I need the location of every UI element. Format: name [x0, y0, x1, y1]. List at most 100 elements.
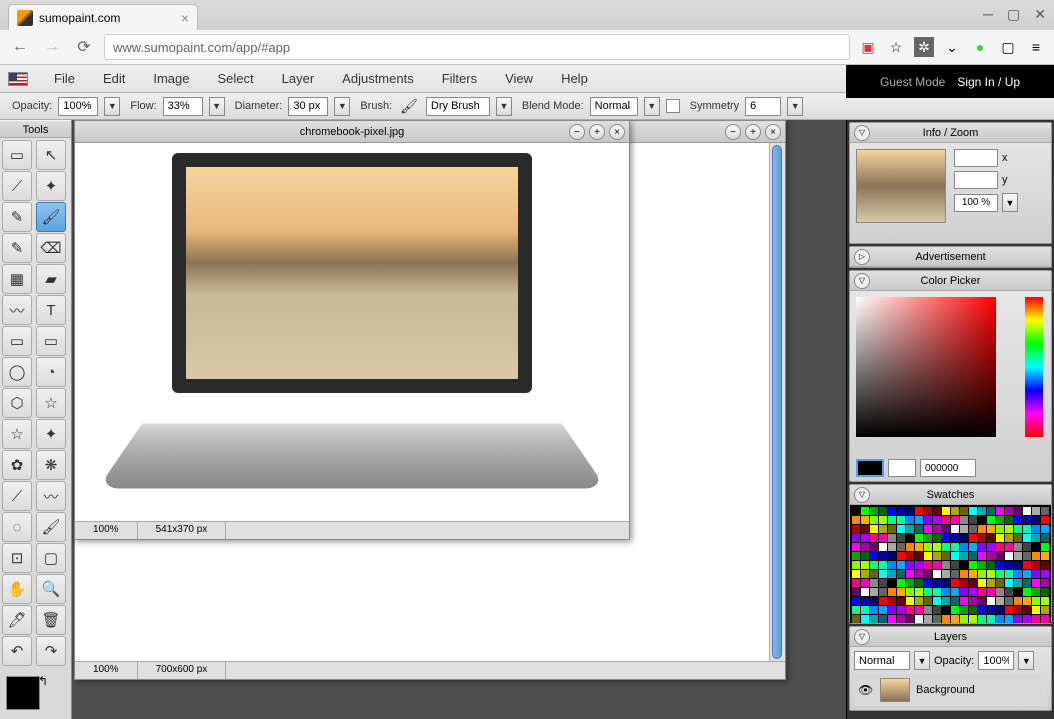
tool-rounded-rect[interactable]: ▭: [36, 326, 66, 356]
address-bar[interactable]: [104, 34, 850, 60]
tool-pencil[interactable]: ✎: [2, 233, 32, 263]
tab-close-icon[interactable]: ×: [181, 10, 189, 26]
swatch[interactable]: [870, 597, 878, 605]
ext1-icon[interactable]: ✲: [914, 37, 934, 57]
collapse-icon[interactable]: ▽: [854, 273, 870, 289]
swatch[interactable]: [888, 588, 896, 596]
foreground-color-swatch[interactable]: [6, 676, 40, 710]
swatch[interactable]: [1023, 543, 1031, 551]
swatch[interactable]: [1032, 507, 1040, 515]
swatch[interactable]: [888, 516, 896, 524]
swatch[interactable]: [1023, 579, 1031, 587]
swatch[interactable]: [1023, 588, 1031, 596]
swatch[interactable]: [888, 606, 896, 614]
swatch[interactable]: [933, 561, 941, 569]
swatch[interactable]: [1005, 543, 1013, 551]
ext2-icon[interactable]: ●: [970, 37, 990, 57]
swatch[interactable]: [924, 561, 932, 569]
symmetry-checkbox[interactable]: [666, 99, 680, 113]
tool-eyedropper[interactable]: ✎: [2, 202, 32, 232]
swatch[interactable]: [879, 579, 887, 587]
swatch[interactable]: [861, 597, 869, 605]
swatch[interactable]: [942, 597, 950, 605]
swatch[interactable]: [906, 534, 914, 542]
swatch[interactable]: [960, 516, 968, 524]
swatch[interactable]: [960, 561, 968, 569]
swatch[interactable]: [996, 507, 1004, 515]
swatch[interactable]: [951, 615, 959, 623]
menu-icon[interactable]: ≡: [1026, 37, 1046, 57]
swatch[interactable]: [942, 561, 950, 569]
swatch[interactable]: [1032, 516, 1040, 524]
swatch[interactable]: [996, 552, 1004, 560]
swatch[interactable]: [951, 507, 959, 515]
swatch[interactable]: [1032, 570, 1040, 578]
tool-line[interactable]: ⟋: [2, 481, 32, 511]
tool-symmetry[interactable]: ❋: [36, 450, 66, 480]
swatch[interactable]: [1032, 534, 1040, 542]
swatch[interactable]: [1041, 525, 1049, 533]
swatch[interactable]: [1023, 552, 1031, 560]
swatch[interactable]: [969, 534, 977, 542]
swatch[interactable]: [879, 525, 887, 533]
swatch[interactable]: [933, 588, 941, 596]
swatch[interactable]: [924, 534, 932, 542]
swatch[interactable]: [951, 606, 959, 614]
brush-field[interactable]: [426, 97, 490, 116]
brush-dropdown[interactable]: ▼: [496, 97, 512, 116]
doc-minimize-icon[interactable]: −: [569, 124, 585, 140]
swatch[interactable]: [996, 561, 1004, 569]
swatch[interactable]: [915, 588, 923, 596]
swatch[interactable]: [969, 525, 977, 533]
reload-button[interactable]: ⟳: [72, 35, 96, 59]
swatch[interactable]: [897, 543, 905, 551]
nav-thumbnail[interactable]: [856, 149, 946, 223]
swatch[interactable]: [996, 543, 1004, 551]
symmetry-field[interactable]: [745, 97, 781, 116]
swatch[interactable]: [1014, 615, 1022, 623]
tool-blob[interactable]: ✿: [2, 450, 32, 480]
collapse-icon[interactable]: ▽: [854, 487, 870, 503]
swatch[interactable]: [978, 579, 986, 587]
swatch[interactable]: [987, 543, 995, 551]
tool-gradient[interactable]: ▦: [2, 264, 32, 294]
swatch[interactable]: [933, 570, 941, 578]
menu-layer[interactable]: Layer: [268, 67, 329, 90]
swatch[interactable]: [969, 516, 977, 524]
tool-magic-wand[interactable]: ✦: [36, 171, 66, 201]
swatch[interactable]: [897, 516, 905, 524]
swatch[interactable]: [1032, 615, 1040, 623]
swatch[interactable]: [1041, 588, 1049, 596]
diameter-dropdown[interactable]: ▼: [334, 97, 350, 116]
swatch[interactable]: [906, 597, 914, 605]
swatch[interactable]: [888, 579, 896, 587]
swatch[interactable]: [915, 525, 923, 533]
swatch[interactable]: [906, 516, 914, 524]
swatch[interactable]: [996, 579, 1004, 587]
document-window-front[interactable]: chromebook-pixel.jpg − + × 100% 541x370 …: [74, 120, 630, 540]
swatch[interactable]: [996, 615, 1004, 623]
bg-color-chip[interactable]: [888, 459, 916, 477]
swatch[interactable]: [897, 552, 905, 560]
swatch[interactable]: [987, 516, 995, 524]
collapse-icon[interactable]: ▽: [854, 629, 870, 645]
swatch[interactable]: [1014, 606, 1022, 614]
tool-redo[interactable]: ↷: [36, 636, 66, 666]
swatch[interactable]: [1014, 588, 1022, 596]
swatch[interactable]: [996, 597, 1004, 605]
swatch[interactable]: [942, 606, 950, 614]
tool-star2[interactable]: ✦: [36, 419, 66, 449]
swatch[interactable]: [969, 507, 977, 515]
swatch[interactable]: [852, 579, 860, 587]
swatch[interactable]: [870, 516, 878, 524]
swatch[interactable]: [906, 561, 914, 569]
swatch[interactable]: [870, 615, 878, 623]
swatch[interactable]: [906, 588, 914, 596]
swatch[interactable]: [1023, 615, 1031, 623]
swatch[interactable]: [888, 543, 896, 551]
swatch[interactable]: [978, 507, 986, 515]
swatch[interactable]: [1005, 570, 1013, 578]
swatch[interactable]: [861, 543, 869, 551]
menu-edit[interactable]: Edit: [89, 67, 139, 90]
swatch[interactable]: [1014, 543, 1022, 551]
